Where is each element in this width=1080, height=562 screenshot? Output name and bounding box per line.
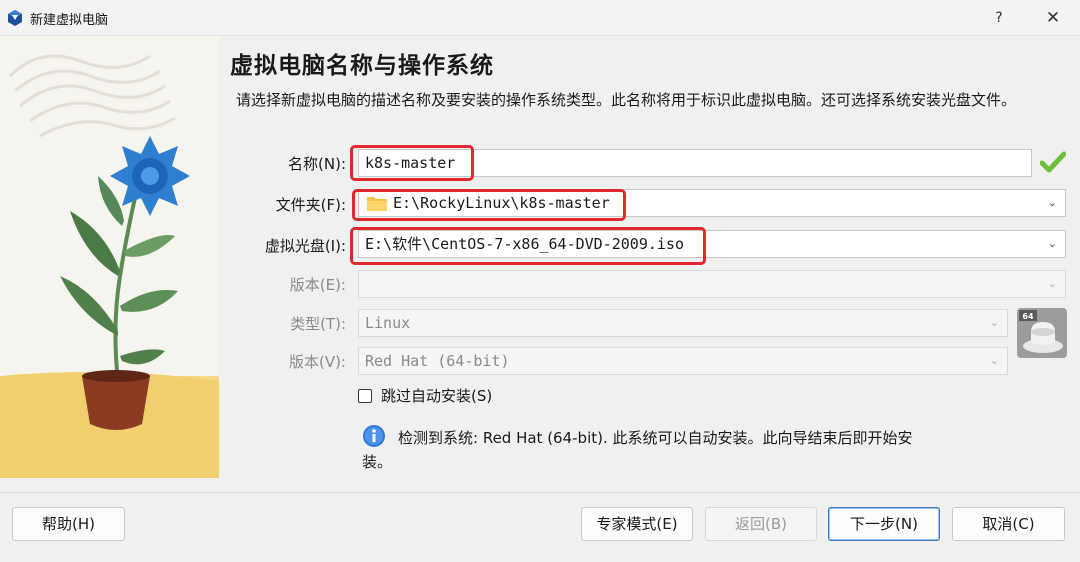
chevron-down-icon[interactable]: ⌄	[1048, 190, 1057, 216]
checkbox-box[interactable]	[358, 388, 372, 403]
os-type-icon: 64	[1017, 308, 1067, 358]
version-value: Red Hat (64-bit)	[365, 352, 510, 370]
type-select: Linux ⌄	[358, 309, 1008, 337]
page-description: 请选择新虚拟电脑的描述名称及要安装的操作系统类型。此名称将用于标识此虚拟电脑。还…	[236, 91, 1017, 109]
os-badge-text: 64	[1022, 312, 1034, 321]
edition-label: 版本(E):	[289, 276, 346, 294]
type-value: Linux	[365, 314, 411, 332]
skip-unattended-label: 跳过自动安装(S)	[381, 387, 493, 405]
version-select: Red Hat (64-bit) ⌄	[358, 347, 1008, 375]
title-bar: 新建虚拟电脑 ? ✕	[0, 0, 1080, 36]
chevron-down-icon: ⌄	[1047, 277, 1057, 290]
window-title: 新建虚拟电脑	[30, 13, 109, 28]
iso-select[interactable]: E:\软件\CentOS-7-x86_64-DVD-2009.iso ⌄	[358, 230, 1066, 258]
help-button[interactable]: 帮助(H)	[12, 507, 125, 541]
folder-select[interactable]: E:\RockyLinux\k8s-master ⌄	[358, 189, 1066, 217]
version-label: 版本(V):	[288, 353, 346, 371]
folder-icon	[367, 197, 387, 211]
iso-label: 虚拟光盘(I):	[264, 237, 346, 255]
back-button: 返回(B)	[705, 507, 817, 541]
folder-label: 文件夹(F):	[275, 196, 346, 214]
name-input[interactable]: k8s-master	[358, 149, 1032, 177]
info-icon	[363, 425, 385, 447]
cancel-button[interactable]: 取消(C)	[952, 507, 1065, 541]
expert-mode-button[interactable]: 专家模式(E)	[581, 507, 693, 541]
folder-value: E:\RockyLinux\k8s-master	[393, 194, 610, 212]
edition-select: ⌄	[358, 270, 1066, 298]
virtualbox-app-icon	[8, 10, 22, 26]
flower-illustration	[0, 36, 219, 478]
detected-os-message-cont: 装。	[362, 453, 393, 471]
page-title: 虚拟电脑名称与操作系统	[230, 53, 494, 79]
name-label: 名称(N):	[288, 155, 346, 173]
valid-check-icon	[1040, 151, 1066, 173]
chevron-down-icon: ⌄	[989, 316, 999, 329]
close-icon[interactable]: ✕	[1038, 6, 1068, 30]
next-button[interactable]: 下一步(N)	[828, 507, 940, 541]
help-icon[interactable]: ?	[984, 6, 1014, 30]
skip-unattended-checkbox[interactable]: 跳过自动安装(S)	[358, 385, 492, 406]
type-label: 类型(T):	[290, 315, 346, 333]
detected-os-message: 检测到系统: Red Hat (64-bit). 此系统可以自动安装。此向导结束…	[398, 429, 913, 447]
chevron-down-icon: ⌄	[989, 354, 999, 367]
name-input-value: k8s-master	[365, 154, 456, 172]
chevron-down-icon[interactable]: ⌄	[1048, 231, 1057, 257]
iso-value: E:\软件\CentOS-7-x86_64-DVD-2009.iso	[365, 235, 684, 253]
